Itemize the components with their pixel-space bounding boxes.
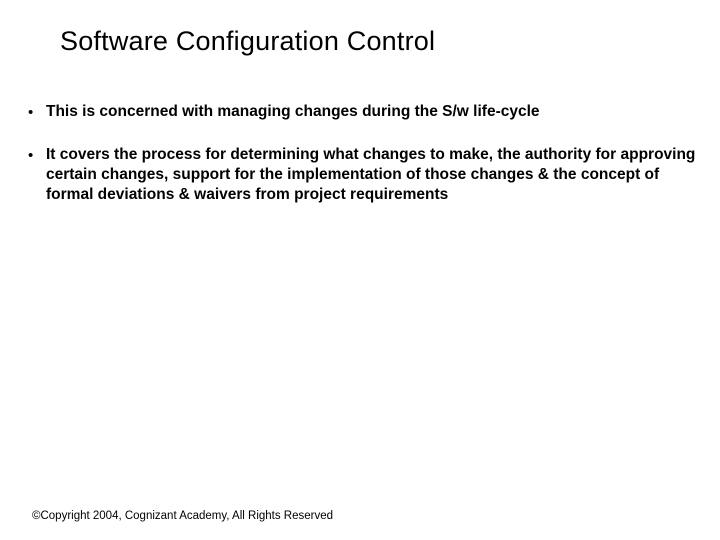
bullet-marker-icon: • <box>28 102 46 123</box>
slide-content: • This is concerned with managing change… <box>28 102 700 227</box>
bullet-item: • This is concerned with managing change… <box>28 102 700 123</box>
copyright-footer: ©Copyright 2004, Cognizant Academy, All … <box>32 510 333 522</box>
bullet-marker-icon: • <box>28 145 46 166</box>
bullet-text: It covers the process for determining wh… <box>46 145 700 205</box>
bullet-text: This is concerned with managing changes … <box>46 102 700 122</box>
slide-title: Software Configuration Control <box>60 26 435 57</box>
slide: Software Configuration Control • This is… <box>0 0 720 540</box>
bullet-item: • It covers the process for determining … <box>28 145 700 205</box>
